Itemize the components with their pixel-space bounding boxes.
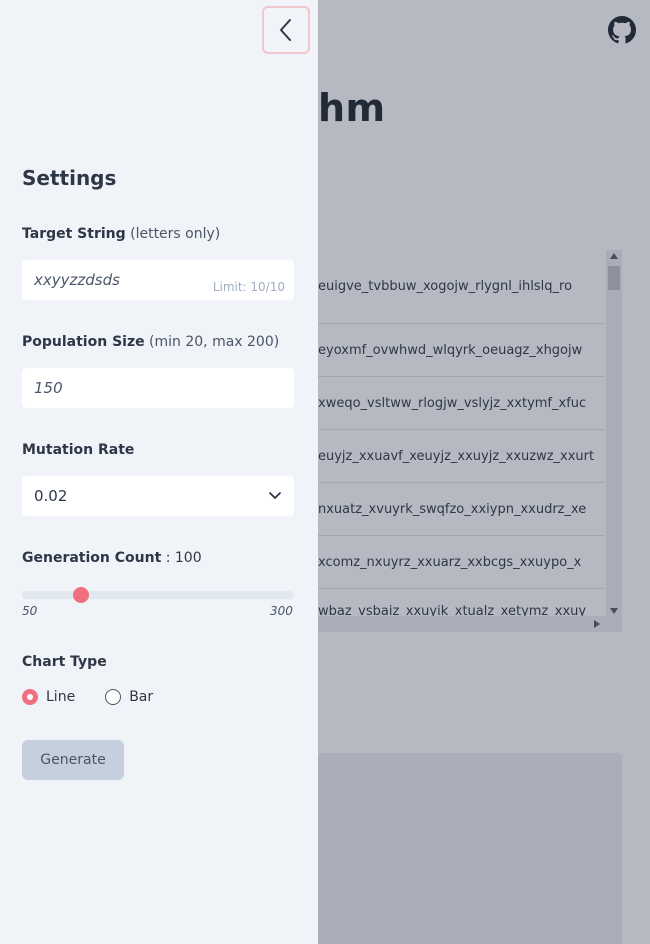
radio-bar[interactable]: Bar <box>105 689 153 705</box>
chevron-down-icon <box>269 492 281 499</box>
table-row: eyoxmf_ovwhwd_wlqyrk_oeuagz_xhgojw <box>318 324 604 377</box>
scroll-right-icon[interactable] <box>594 620 600 628</box>
radio-bar-label: Bar <box>129 689 154 705</box>
target-string-input[interactable]: xxyyzzdsds Limit: 10/10 <box>22 260 294 300</box>
vertical-scrollbar[interactable] <box>606 250 622 616</box>
mutation-rate-value: 0.02 <box>34 487 68 505</box>
table-row: xcomz_nxuyrz_xxuarz_xxbcgs_xxuypo_x <box>318 536 604 589</box>
page-title: hm <box>318 86 386 130</box>
mutation-rate-select[interactable]: 0.02 <box>22 476 294 516</box>
target-string-value: xxyyzzdsds <box>34 271 120 289</box>
target-string-label: Target String (letters only) <box>22 226 221 242</box>
radio-bar-circle[interactable] <box>105 689 122 705</box>
limit-counter: Limit: 10/10 <box>212 280 285 294</box>
generation-slider-track[interactable] <box>22 591 294 599</box>
scroll-down-icon[interactable] <box>610 608 618 614</box>
generate-button[interactable]: Generate <box>22 740 124 780</box>
chart-area <box>318 753 622 944</box>
close-sidebar-button[interactable] <box>262 6 310 54</box>
table-row: xweqo_vsltww_rlogjw_vslyjz_xxtymf_xfuc <box>318 377 604 430</box>
scroll-up-icon[interactable] <box>610 253 618 259</box>
table-row: euigve_tvbbuw_xogojw_rlygnl_ihlslq_ro <box>318 250 604 324</box>
chart-type-label: Chart Type <box>22 654 107 670</box>
generation-slider-thumb[interactable] <box>73 587 89 603</box>
chart-type-radio-group: Line Bar <box>22 689 153 705</box>
radio-line-label: Line <box>46 689 76 705</box>
radio-line-circle[interactable] <box>22 689 38 705</box>
settings-sidebar: Settings Target String (letters only) xx… <box>0 0 318 944</box>
github-icon[interactable] <box>608 16 636 44</box>
slider-max-label: 300 <box>270 604 293 618</box>
population-size-input[interactable]: 150 <box>22 368 294 408</box>
scroll-thumb[interactable] <box>608 266 620 290</box>
mutation-rate-label: Mutation Rate <box>22 442 135 458</box>
population-size-label: Population Size (min 20, max 200) <box>22 334 280 350</box>
table-row: euyjz_xxuavf_xeuyjz_xxuyjz_xxuzwz_xxurt <box>318 430 604 483</box>
slider-min-label: 50 <box>22 604 38 618</box>
generation-count-label: Generation Count : 100 <box>22 550 202 566</box>
population-size-value: 150 <box>34 379 63 397</box>
population-table: euigve_tvbbuw_xogojw_rlygnl_ihlslq_ro ey… <box>318 250 622 632</box>
settings-title: Settings <box>22 166 117 190</box>
radio-line[interactable]: Line <box>22 689 75 705</box>
horizontal-scrollbar[interactable] <box>318 616 622 632</box>
table-row: nxuatz_xvuyrk_swqfzo_xxiypn_xxudrz_xe <box>318 483 604 536</box>
chevron-left-icon <box>280 19 291 41</box>
